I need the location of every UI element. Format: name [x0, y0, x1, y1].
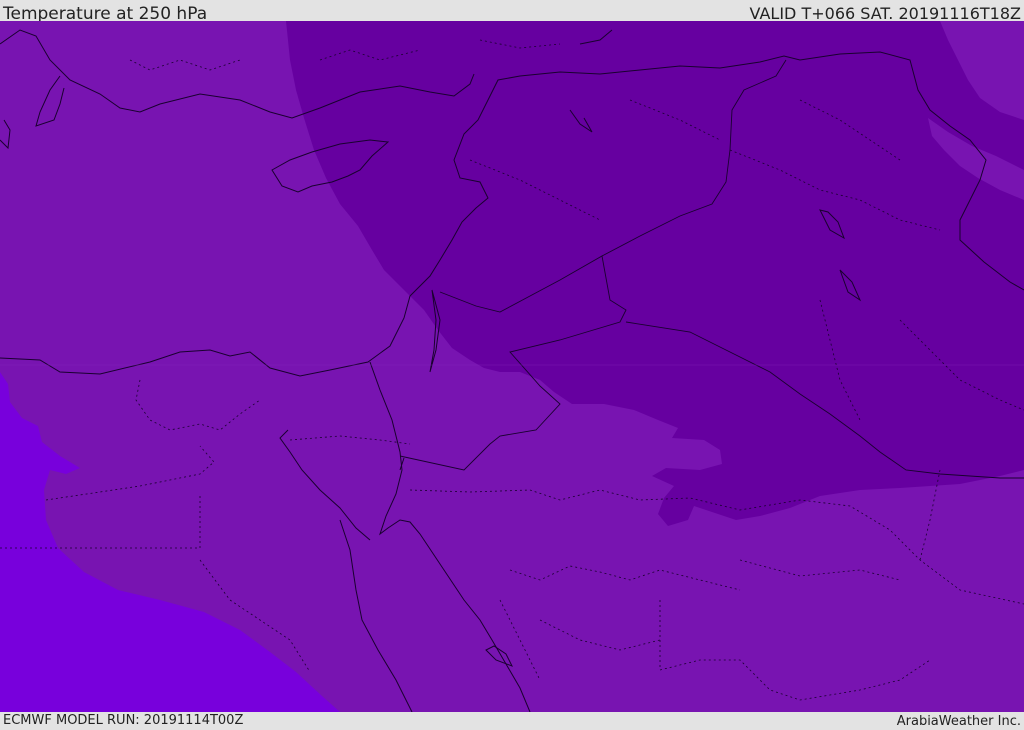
credit-label: ArabiaWeather Inc.	[896, 714, 1021, 729]
temperature-map	[0, 21, 1024, 712]
header-bar: Temperature at 250 hPa VALID T+066 SAT. …	[0, 0, 1024, 24]
footer-bar: ECMWF MODEL RUN: 20191114T00Z ArabiaWeat…	[0, 712, 1024, 729]
model-run-label: ECMWF MODEL RUN: 20191114T00Z	[3, 713, 244, 728]
map-canvas	[0, 21, 1024, 712]
